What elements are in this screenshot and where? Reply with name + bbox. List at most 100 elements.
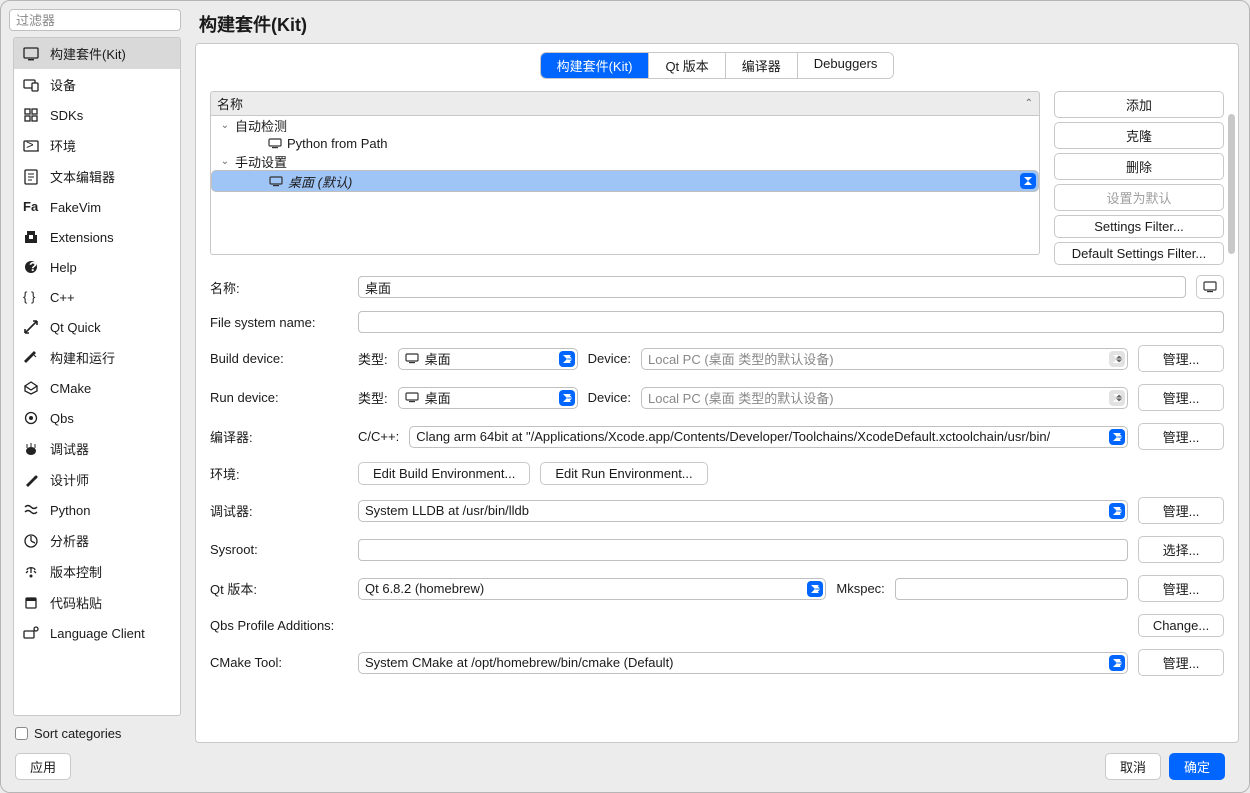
category-icon: Fake bbox=[22, 198, 40, 216]
category-icon: { } bbox=[22, 288, 40, 306]
svg-text:Fake: Fake bbox=[23, 200, 39, 214]
build-type-select[interactable]: 桌面 bbox=[398, 348, 578, 370]
desktop-icon bbox=[267, 138, 283, 149]
debugger-manage-button[interactable]: 管理... bbox=[1138, 497, 1224, 524]
fs-name-label: File system name: bbox=[210, 315, 350, 330]
compiler-label: 编译器: bbox=[210, 427, 350, 446]
tab-1[interactable]: Qt 版本 bbox=[649, 53, 725, 78]
build-device-select[interactable]: Local PC (桌面 类型的默认设备) bbox=[641, 348, 1128, 370]
mkspec-input[interactable] bbox=[895, 578, 1128, 600]
sidebar-item-9[interactable]: Qt Quick bbox=[14, 312, 180, 342]
qt-manage-button[interactable]: 管理... bbox=[1138, 575, 1224, 602]
desktop-icon bbox=[405, 392, 419, 403]
sidebar-item-17[interactable]: 版本控制 bbox=[14, 556, 180, 587]
sidebar-item-6[interactable]: Extensions bbox=[14, 222, 180, 252]
run-type-select[interactable]: 桌面 bbox=[398, 387, 578, 409]
run-device-manage-button[interactable]: 管理... bbox=[1138, 384, 1224, 411]
tab-2[interactable]: 编译器 bbox=[726, 53, 798, 78]
cancel-button[interactable]: 取消 bbox=[1105, 753, 1161, 780]
sort-indicator-icon: ⌃ bbox=[1025, 98, 1033, 109]
clone-button[interactable]: 克隆 bbox=[1054, 122, 1224, 149]
kit-tree[interactable]: ⌄自动检测Python from Path⌄手动设置桌面 (默认) bbox=[210, 115, 1040, 255]
sort-categories-checkbox[interactable] bbox=[15, 727, 28, 740]
scrollbar[interactable] bbox=[1228, 114, 1235, 254]
category-icon bbox=[22, 228, 40, 246]
category-icon: ? bbox=[22, 258, 40, 276]
sidebar-item-16[interactable]: 分析器 bbox=[14, 525, 180, 556]
sidebar-item-11[interactable]: CMake bbox=[14, 373, 180, 403]
desktop-icon bbox=[405, 353, 419, 364]
category-icon bbox=[22, 168, 40, 186]
debugger-select[interactable]: System LLDB at /usr/bin/lldb bbox=[358, 500, 1128, 522]
env-label: 环境: bbox=[210, 464, 350, 483]
debugger-label: 调试器: bbox=[210, 501, 350, 520]
sidebar-item-10[interactable]: 构建和运行 bbox=[14, 342, 180, 373]
page-title: 构建套件(Kit) bbox=[195, 1, 1239, 43]
qt-version-select[interactable]: Qt 6.8.2 (homebrew) bbox=[358, 578, 826, 600]
category-icon bbox=[22, 440, 40, 458]
run-device-select[interactable]: Local PC (桌面 类型的默认设备) bbox=[641, 387, 1128, 409]
tree-group[interactable]: ⌄自动检测 bbox=[211, 116, 1039, 134]
sidebar-item-0[interactable]: 构建套件(Kit) bbox=[14, 38, 180, 69]
name-input[interactable] bbox=[358, 276, 1186, 298]
filter-input[interactable] bbox=[9, 9, 181, 31]
category-icon bbox=[22, 318, 40, 336]
tree-header[interactable]: 名称 ⌃ bbox=[210, 91, 1040, 115]
sidebar-item-2[interactable]: SDKs bbox=[14, 100, 180, 130]
apply-button[interactable]: 应用 bbox=[15, 753, 71, 780]
cmake-tool-label: CMake Tool: bbox=[210, 655, 350, 670]
sidebar-item-1[interactable]: 设备 bbox=[14, 69, 180, 100]
sidebar-item-14[interactable]: 设计师 bbox=[14, 464, 180, 495]
default-settings-filter-button[interactable]: Default Settings Filter... bbox=[1054, 242, 1224, 265]
ok-button[interactable]: 确定 bbox=[1169, 753, 1225, 780]
make-default-button[interactable]: 设置为默认 bbox=[1054, 184, 1224, 211]
qbs-change-button[interactable]: Change... bbox=[1138, 614, 1224, 637]
edit-run-env-button[interactable]: Edit Run Environment... bbox=[540, 462, 707, 485]
compiler-select[interactable]: Clang arm 64bit at "/Applications/Xcode.… bbox=[409, 426, 1128, 448]
tree-group[interactable]: ⌄手动设置 bbox=[211, 152, 1039, 170]
tree-item[interactable]: 桌面 (默认) bbox=[211, 170, 1039, 192]
sidebar-item-13[interactable]: 调试器 bbox=[14, 433, 180, 464]
category-icon bbox=[22, 471, 40, 489]
sidebar-item-7[interactable]: ?Help bbox=[14, 252, 180, 282]
chevron-down-icon: ⌄ bbox=[219, 156, 231, 167]
sysroot-input[interactable] bbox=[358, 539, 1128, 561]
sidebar-item-15[interactable]: Python bbox=[14, 495, 180, 525]
build-device-label: Build device: bbox=[210, 351, 350, 366]
tree-item[interactable]: Python from Path bbox=[211, 134, 1039, 152]
edit-build-env-button[interactable]: Edit Build Environment... bbox=[358, 462, 530, 485]
tab-0[interactable]: 构建套件(Kit) bbox=[541, 53, 650, 78]
sysroot-choose-button[interactable]: 选择... bbox=[1138, 536, 1224, 563]
run-device-label: Run device: bbox=[210, 390, 350, 405]
sidebar-item-18[interactable]: 代码粘贴 bbox=[14, 587, 180, 618]
category-icon bbox=[22, 563, 40, 581]
category-icon bbox=[22, 379, 40, 397]
sidebar-item-3[interactable]: >_环境 bbox=[14, 130, 180, 161]
sidebar-item-4[interactable]: 文本编辑器 bbox=[14, 161, 180, 192]
kit-panel: 构建套件(Kit)Qt 版本编译器Debuggers 名称 ⌃ ⌄自动检测Pyt… bbox=[195, 43, 1239, 743]
sidebar-item-8[interactable]: { }C++ bbox=[14, 282, 180, 312]
category-icon bbox=[22, 594, 40, 612]
sidebar-item-12[interactable]: Qbs bbox=[14, 403, 180, 433]
svg-text:>_: >_ bbox=[26, 140, 39, 152]
device-icon-button[interactable] bbox=[1196, 275, 1224, 299]
category-list[interactable]: 构建套件(Kit)设备SDKs>_环境文本编辑器FakeFakeVimExten… bbox=[13, 37, 181, 716]
tab-3[interactable]: Debuggers bbox=[798, 53, 894, 78]
sysroot-label: Sysroot: bbox=[210, 542, 350, 557]
fs-name-input[interactable] bbox=[358, 311, 1224, 333]
compiler-manage-button[interactable]: 管理... bbox=[1138, 423, 1224, 450]
settings-filter-button[interactable]: Settings Filter... bbox=[1054, 215, 1224, 238]
build-device-manage-button[interactable]: 管理... bbox=[1138, 345, 1224, 372]
category-icon: >_ bbox=[22, 137, 40, 155]
cmake-manage-button[interactable]: 管理... bbox=[1138, 649, 1224, 676]
desktop-icon bbox=[268, 176, 284, 187]
category-icon bbox=[22, 409, 40, 427]
category-icon bbox=[22, 45, 40, 63]
add-button[interactable]: 添加 bbox=[1054, 91, 1224, 118]
cmake-tool-select[interactable]: System CMake at /opt/homebrew/bin/cmake … bbox=[358, 652, 1128, 674]
delete-button[interactable]: 删除 bbox=[1054, 153, 1224, 180]
svg-text:{ }: { } bbox=[23, 290, 36, 304]
sidebar-item-19[interactable]: Language Client bbox=[14, 618, 180, 648]
qbs-label: Qbs Profile Additions: bbox=[210, 618, 350, 633]
sidebar-item-5[interactable]: FakeFakeVim bbox=[14, 192, 180, 222]
